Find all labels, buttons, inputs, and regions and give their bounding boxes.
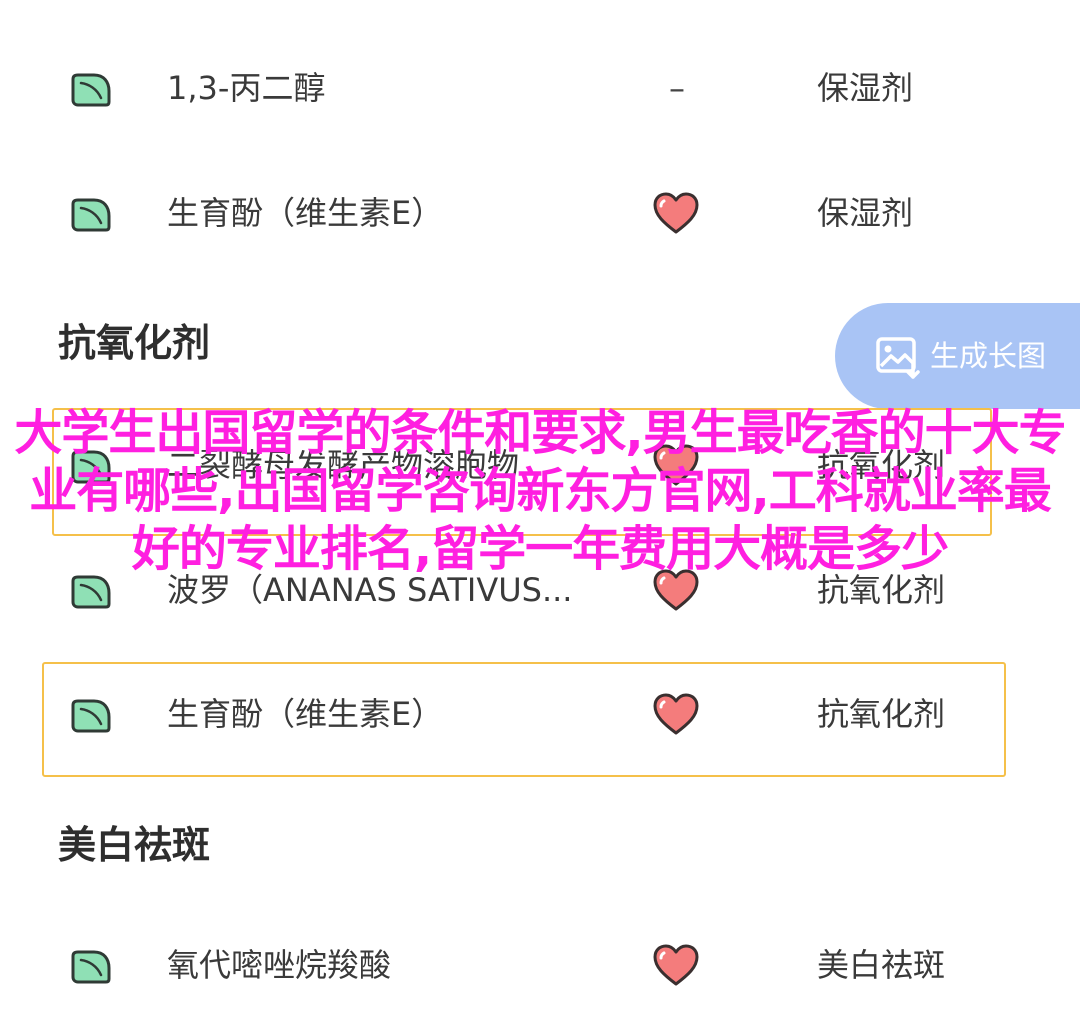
ingredient-row[interactable]: 氧代嘧唑烷羧酸 美白祛斑 [0,910,1080,1020]
ingredient-function: 美白祛斑 [817,946,946,984]
no-risk-mark: – [669,69,685,107]
heart-icon [653,192,699,234]
ingredient-function: 抗氧化剂 [817,695,946,733]
ingredient-row[interactable]: 生育酚（维生素E） 抗氧化剂 [0,659,1080,769]
ingredient-name: 氧代嘧唑烷羧酸 [167,946,392,984]
ingredient-function: 保湿剂 [817,69,914,107]
leaf-icon [71,198,111,232]
section-title-whitening: 美白祛斑 [58,823,211,867]
generate-long-image-button[interactable]: 生成长图 [835,303,1080,409]
heart-icon [653,693,699,735]
ingredient-name: 生育酚（维生素E） [167,695,444,733]
ingredient-row[interactable]: 生育酚（维生素E） 保湿剂 [0,158,1080,268]
leaf-icon [71,699,111,733]
overlay-caption: 大学生出国留学的条件和要求,男生最吃香的十大专业有哪些,出国留学咨询新东方官网,… [14,405,1066,577]
leaf-icon [71,575,111,609]
image-download-icon [876,337,920,379]
heart-icon [653,944,699,986]
generate-long-image-label: 生成长图 [930,339,1047,373]
ingredient-function: 保湿剂 [817,194,914,232]
leaf-icon [71,950,111,984]
ingredient-list-page: 1,3-丙二醇 – 保湿剂 生育酚（维生素E） 保湿剂 抗氧化剂 生成长图 二裂… [0,0,1080,1036]
section-title-antioxidant: 抗氧化剂 [58,321,211,365]
ingredient-row[interactable]: 1,3-丙二醇 – 保湿剂 [0,33,1080,143]
ingredient-name: 生育酚（维生素E） [167,194,444,232]
leaf-icon [71,73,111,107]
ingredient-name: 1,3-丙二醇 [167,69,326,107]
